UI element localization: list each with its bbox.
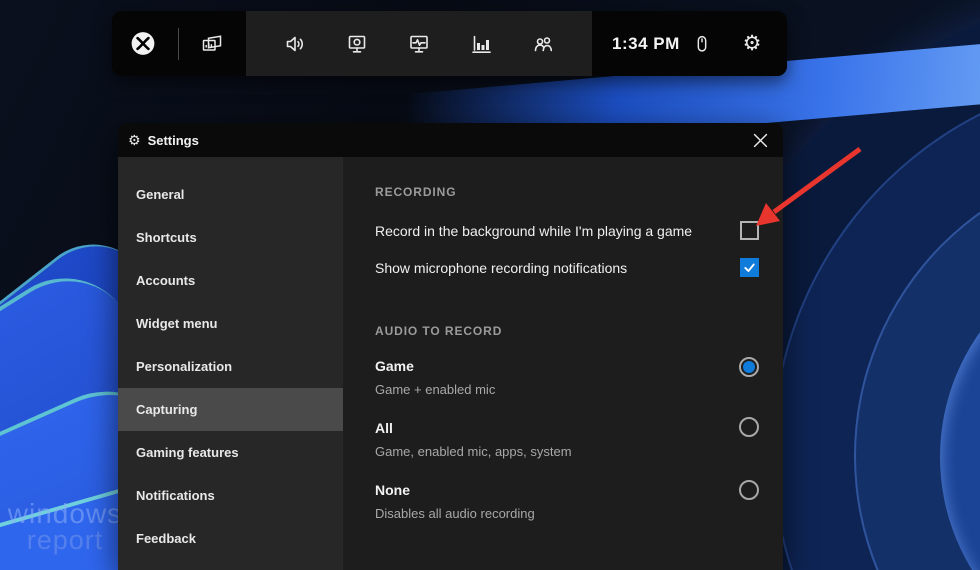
audio-option-game-title: Game [375,358,414,374]
audio-option-all-radio[interactable] [739,417,759,437]
record-background-checkbox[interactable] [740,221,759,240]
widgets-menu-icon[interactable] [199,31,225,57]
mic-notifications-label: Show microphone recording notifications [375,260,627,276]
audio-option-game-radio[interactable] [739,357,759,377]
capturing-settings-panel: RECORDING Record in the background while… [343,157,783,570]
audio-icon[interactable] [282,31,308,57]
record-background-row: Record in the background while I'm playi… [375,221,759,240]
xbox-logo[interactable] [130,31,156,57]
sidebar-item-gaming-features[interactable]: Gaming features [118,431,343,474]
audio-option-all-title: All [375,420,393,436]
sidebar-item-personalization[interactable]: Personalization [118,345,343,388]
audio-option-all-subtitle: Game, enabled mic, apps, system [375,444,572,459]
gamebar-middle-section [246,11,592,76]
capture-icon[interactable] [344,31,370,57]
sidebar-item-capturing[interactable]: Capturing [118,388,343,431]
sidebar-item-notifications[interactable]: Notifications [118,474,343,517]
gear-icon[interactable]: ⚙ [739,31,765,57]
gamebar-left-section [112,11,246,76]
recording-section-header: RECORDING [375,185,456,199]
sidebar-item-accounts[interactable]: Accounts [118,259,343,302]
audio-option-game-subtitle: Game + enabled mic [375,382,495,397]
windows-report-watermark: windows report [0,500,130,554]
social-icon[interactable] [530,31,556,57]
sidebar-item-general[interactable]: General [118,173,343,216]
watermark-line1: windows [0,500,130,527]
gamebar-divider [178,28,179,60]
audio-option-none-title: None [375,482,410,498]
audio-option-none-subtitle: Disables all audio recording [375,506,535,521]
sidebar-item-shortcuts[interactable]: Shortcuts [118,216,343,259]
radio-selected-dot [743,361,755,373]
xbox-game-bar: 1:34 PM ⚙ [112,11,787,76]
window-title: Settings [148,133,199,148]
settings-body: General Shortcuts Accounts Widget menu P… [118,157,783,570]
watermark-line2: report [0,527,130,554]
sidebar-item-feedback[interactable]: Feedback [118,517,343,560]
resources-icon[interactable] [468,31,494,57]
clock-label: 1:34 PM [612,34,680,54]
sidebar-item-widget-menu[interactable]: Widget menu [118,302,343,345]
settings-titlebar: ⚙ Settings [118,123,783,157]
audio-section-header: AUDIO TO RECORD [375,324,502,338]
close-icon[interactable] [749,129,771,151]
record-background-label: Record in the background while I'm playi… [375,223,692,239]
settings-gear-icon: ⚙ [128,133,141,147]
performance-icon[interactable] [406,31,432,57]
audio-option-none-radio[interactable] [739,480,759,500]
gamebar-right-section: 1:34 PM ⚙ [592,11,787,76]
settings-sidebar: General Shortcuts Accounts Widget menu P… [118,157,343,570]
mic-notifications-checkbox[interactable] [740,258,759,277]
mouse-settings-icon[interactable] [689,31,715,57]
mic-notifications-row: Show microphone recording notifications [375,258,759,277]
settings-window: ⚙ Settings General Shortcuts Accounts Wi… [118,123,783,570]
